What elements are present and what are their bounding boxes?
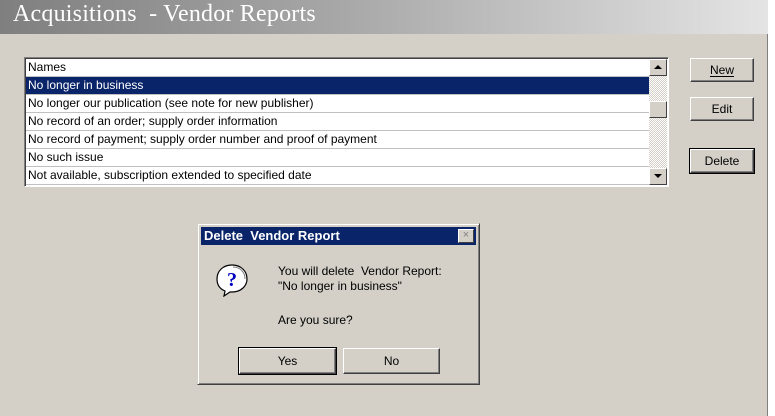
question-icon: ? [216, 264, 248, 297]
close-icon: × [462, 229, 470, 241]
list-vertical-scrollbar[interactable] [649, 59, 667, 185]
list-item[interactable]: No longer in business [26, 77, 650, 95]
new-button-label: New [709, 63, 734, 77]
list-item[interactable]: No record of payment; supply order numbe… [26, 131, 650, 149]
dialog-message-line2: "No longer in business" [278, 279, 402, 293]
edit-button-label: Edit [711, 102, 733, 116]
dialog-message: You will delete Vendor Report: "No longe… [278, 264, 442, 294]
no-button[interactable]: No [343, 348, 440, 374]
no-button-label: No [383, 354, 400, 368]
dialog-message-line1: You will delete Vendor Report: [278, 264, 442, 278]
dialog-title: Delete Vendor Report [204, 228, 340, 243]
dialog-title-bar: Delete Vendor Report × [201, 227, 476, 245]
delete-button-label: Delete [704, 154, 740, 168]
list-item[interactable]: No longer our publication (see note for … [26, 95, 650, 113]
dialog-close-button[interactable]: × [458, 229, 474, 243]
yes-button-label: Yes [277, 354, 298, 368]
scroll-up-button[interactable] [649, 59, 667, 76]
list-item[interactable]: Not available, subscription extended to … [26, 167, 650, 185]
arrow-up-icon [654, 65, 662, 69]
edit-button[interactable]: Edit [690, 97, 754, 121]
svg-text:?: ? [227, 269, 237, 291]
vendor-report-list[interactable]: Names No longer in business No longer ou… [24, 57, 669, 187]
list-header-names[interactable]: Names [26, 59, 650, 77]
delete-button[interactable]: Delete [689, 148, 755, 174]
arrow-down-icon [654, 174, 662, 178]
dialog-question: Are you sure? [278, 313, 353, 327]
list-item[interactable]: No such issue [26, 149, 650, 167]
delete-confirm-dialog: Delete Vendor Report × ? You will delete… [197, 223, 480, 385]
new-button[interactable]: New [690, 58, 754, 82]
scroll-thumb[interactable] [649, 101, 667, 118]
window-title-bar: Acquisitions - Vendor Reports [0, 0, 768, 34]
scroll-down-button[interactable] [649, 168, 667, 185]
list-rows: Names No longer in business No longer ou… [26, 59, 650, 185]
window-title: Acquisitions - Vendor Reports [13, 1, 316, 27]
list-item[interactable]: No record of an order; supply order info… [26, 113, 650, 131]
yes-button[interactable]: Yes [238, 347, 337, 375]
vendor-reports-window: Acquisitions - Vendor Reports Names No l… [0, 0, 768, 416]
